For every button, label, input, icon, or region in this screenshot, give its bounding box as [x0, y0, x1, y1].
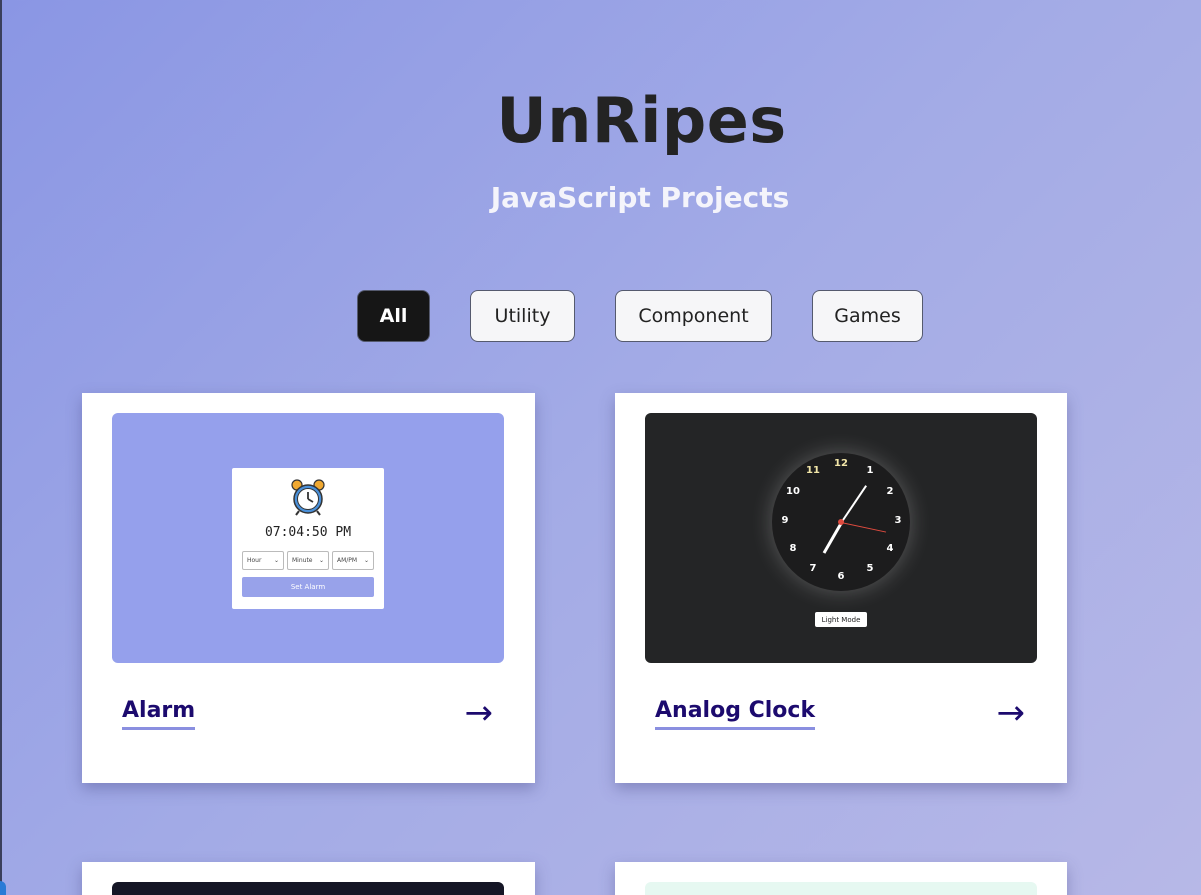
- clock-number: 7: [809, 563, 817, 574]
- alarm-selects: Hour ⌄ Minute ⌄ AM/PM ⌄: [242, 551, 374, 570]
- filter-utility-button[interactable]: Utility: [470, 290, 575, 342]
- minute-select-label: Minute: [292, 557, 313, 564]
- filter-component-button[interactable]: Component: [615, 290, 772, 342]
- hour-hand: [822, 522, 843, 554]
- alarm-clock-icon: [291, 479, 325, 516]
- alarm-preview-panel: 07:04:50 PM Hour ⌄ Minute ⌄ AM/PM ⌄ Set Ala…: [232, 468, 384, 609]
- project-card-partial-1[interactable]: [82, 862, 535, 895]
- project-preview-partial-2[interactable]: [645, 882, 1037, 895]
- filter-all-button[interactable]: All: [357, 290, 430, 342]
- set-alarm-button: Set Alarm: [242, 577, 374, 597]
- clock-face: 12 1 2 3 4 5 6 7 8 9 10 11: [772, 453, 910, 591]
- clock-number: 5: [866, 563, 874, 574]
- hour-select-label: Hour: [247, 557, 262, 564]
- project-preview-alarm[interactable]: 07:04:50 PM Hour ⌄ Minute ⌄ AM/PM ⌄ Set Ala…: [112, 413, 504, 663]
- clock-number: 2: [886, 486, 894, 497]
- project-title-analog-clock[interactable]: Analog Clock: [655, 698, 816, 730]
- hour-select: Hour ⌄: [242, 551, 284, 570]
- project-card-analog-clock[interactable]: 12 1 2 3 4 5 6 7 8 9 10 11 Light Mode An…: [615, 393, 1067, 783]
- arrow-right-icon[interactable]: →: [997, 693, 1026, 733]
- ampm-select-label: AM/PM: [337, 557, 358, 564]
- alarm-time-display: 07:04:50 PM: [264, 525, 352, 540]
- minute-hand: [840, 485, 867, 524]
- clock-number: 8: [789, 543, 797, 554]
- clock-number: 10: [786, 486, 800, 497]
- filter-bar: All Utility Component Games: [0, 290, 1201, 342]
- taskbar-fragment: [0, 881, 6, 895]
- ampm-select: AM/PM ⌄: [332, 551, 374, 570]
- page-title: UnRipes: [496, 84, 787, 157]
- clock-number: 1: [866, 465, 874, 476]
- project-card-partial-2[interactable]: [615, 862, 1067, 895]
- chevron-down-icon: ⌄: [363, 557, 369, 564]
- minute-select: Minute ⌄: [287, 551, 329, 570]
- clock-number: 6: [837, 571, 845, 582]
- arrow-right-icon[interactable]: →: [465, 693, 494, 733]
- chevron-down-icon: ⌄: [318, 557, 324, 564]
- clock-center-dot: [838, 519, 844, 525]
- light-mode-button: Light Mode: [815, 612, 867, 627]
- second-hand: [840, 522, 887, 533]
- chevron-down-icon: ⌄: [273, 557, 279, 564]
- clock-number: 11: [806, 465, 820, 476]
- project-preview-partial-1[interactable]: [112, 882, 504, 895]
- project-title-alarm[interactable]: Alarm: [122, 698, 196, 730]
- page-subtitle: JavaScript Projects: [490, 181, 790, 214]
- clock-number: 12: [834, 458, 848, 469]
- clock-number: 4: [886, 543, 894, 554]
- clock-number: 9: [781, 515, 789, 526]
- project-preview-analog-clock[interactable]: 12 1 2 3 4 5 6 7 8 9 10 11 Light Mode: [645, 413, 1037, 663]
- filter-games-button[interactable]: Games: [812, 290, 923, 342]
- project-card-alarm[interactable]: 07:04:50 PM Hour ⌄ Minute ⌄ AM/PM ⌄ Set Ala…: [82, 393, 535, 783]
- clock-number: 3: [894, 515, 902, 526]
